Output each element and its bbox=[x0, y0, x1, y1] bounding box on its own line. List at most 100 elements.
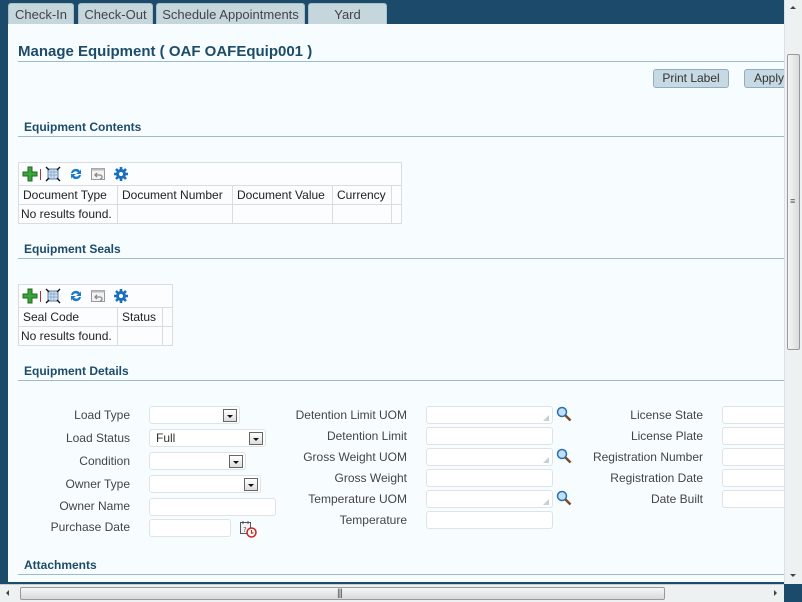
tab-schedule-appointments[interactable]: Schedule Appointments bbox=[156, 3, 305, 24]
grip-icon: ≡ bbox=[790, 196, 796, 206]
gross-weight-label: Gross Weight bbox=[334, 471, 407, 485]
reset-icon[interactable] bbox=[90, 166, 106, 182]
gross-weight-uom-input[interactable] bbox=[426, 448, 553, 466]
vertical-scroll-thumb[interactable]: ≡ bbox=[787, 54, 800, 350]
toolbar-separator bbox=[40, 169, 41, 180]
license-plate-input[interactable] bbox=[722, 427, 784, 445]
lov-corner-icon bbox=[543, 415, 549, 421]
temperature-uom-input[interactable] bbox=[426, 490, 553, 508]
column-header[interactable]: Document Value bbox=[233, 186, 333, 204]
equipment-contents-table: Document Type Document Number Document V… bbox=[18, 162, 402, 224]
gross-weight-uom-label: Gross Weight UOM bbox=[303, 450, 407, 464]
load-status-select[interactable]: Full bbox=[149, 429, 266, 447]
horizontal-scrollbar[interactable]: ||| bbox=[0, 584, 784, 602]
vertical-scrollbar[interactable]: ≡ bbox=[784, 0, 802, 584]
scroll-left-icon[interactable] bbox=[6, 590, 9, 596]
license-state-label: License State bbox=[630, 408, 703, 422]
temperature-input[interactable] bbox=[426, 511, 553, 529]
lov-corner-icon bbox=[543, 457, 549, 463]
load-status-value: Full bbox=[156, 431, 176, 445]
add-icon[interactable] bbox=[22, 288, 38, 304]
chevron-down-icon[interactable] bbox=[223, 409, 237, 422]
load-type-label: Load Type bbox=[74, 408, 130, 422]
purchase-date-label: Purchase Date bbox=[50, 520, 130, 534]
reset-icon[interactable] bbox=[90, 288, 106, 304]
column-header[interactable]: Document Number bbox=[118, 186, 233, 204]
tab-yard-workbench[interactable]: Yard Workbench bbox=[308, 3, 387, 43]
title-divider bbox=[18, 61, 784, 62]
page-title: Manage Equipment ( OAF OAFEquip001 ) bbox=[18, 43, 313, 60]
date-built-input[interactable] bbox=[722, 490, 784, 508]
detention-limit-label: Detention Limit bbox=[326, 429, 407, 443]
table-cell bbox=[118, 327, 163, 345]
section-heading-equipment-details: Equipment Details bbox=[24, 364, 129, 378]
column-header[interactable]: Currency bbox=[333, 186, 392, 204]
section-divider bbox=[18, 574, 784, 575]
equipment-seals-table: Seal Code Status No results found. bbox=[18, 284, 173, 346]
settings-icon[interactable] bbox=[113, 166, 129, 182]
table-cell bbox=[233, 205, 333, 223]
chevron-down-icon[interactable] bbox=[249, 432, 263, 445]
license-state-input[interactable] bbox=[722, 406, 784, 424]
column-header[interactable]: Document Type bbox=[19, 186, 118, 204]
section-divider bbox=[18, 380, 784, 381]
temperature-label: Temperature bbox=[339, 513, 407, 527]
section-divider bbox=[18, 258, 784, 259]
table-cell bbox=[163, 327, 172, 345]
scroll-right-icon[interactable] bbox=[774, 590, 777, 596]
owner-name-label: Owner Name bbox=[59, 499, 130, 513]
section-heading-equipment-contents: Equipment Contents bbox=[24, 120, 142, 134]
apply-button[interactable]: Apply bbox=[744, 69, 784, 88]
table-cell bbox=[118, 205, 233, 223]
load-status-label: Load Status bbox=[65, 431, 130, 445]
table-toolbar bbox=[19, 163, 401, 186]
registration-number-input[interactable] bbox=[722, 448, 784, 466]
horizontal-scroll-thumb[interactable]: ||| bbox=[20, 587, 665, 600]
date-built-label: Date Built bbox=[650, 492, 703, 506]
table-row: No results found. bbox=[19, 205, 401, 223]
section-heading-attachments: Attachments bbox=[24, 558, 97, 572]
print-label-button[interactable]: Print Label bbox=[653, 69, 729, 88]
search-icon[interactable] bbox=[556, 448, 572, 464]
condition-label: Condition bbox=[79, 454, 130, 468]
registration-date-input[interactable] bbox=[722, 469, 784, 487]
table-header-row: Document Type Document Number Document V… bbox=[19, 186, 401, 205]
lov-corner-icon bbox=[543, 499, 549, 505]
settings-icon[interactable] bbox=[113, 288, 129, 304]
scroll-down-icon[interactable] bbox=[790, 574, 796, 577]
load-type-select[interactable] bbox=[149, 406, 240, 424]
tab-check-out[interactable]: Check-Out bbox=[78, 3, 153, 24]
empty-message: No results found. bbox=[19, 327, 118, 345]
scroll-up-icon[interactable] bbox=[790, 6, 796, 9]
refresh-icon[interactable] bbox=[68, 166, 84, 182]
table-cell bbox=[333, 205, 392, 223]
column-header[interactable]: Seal Code bbox=[19, 308, 118, 326]
search-icon[interactable] bbox=[556, 406, 572, 422]
registration-number-label: Registration Number bbox=[592, 450, 703, 464]
table-header-row: Seal Code Status bbox=[19, 308, 172, 327]
owner-name-input[interactable] bbox=[149, 498, 276, 516]
grip-icon: ||| bbox=[337, 588, 343, 599]
add-icon[interactable] bbox=[22, 166, 38, 182]
condition-select[interactable] bbox=[149, 452, 246, 470]
license-plate-label: License Plate bbox=[630, 429, 703, 443]
detention-limit-input[interactable] bbox=[426, 427, 553, 445]
detention-limit-uom-input[interactable] bbox=[426, 406, 553, 424]
search-icon[interactable] bbox=[556, 490, 572, 506]
owner-type-label: Owner Type bbox=[65, 477, 130, 491]
table-row: No results found. bbox=[19, 327, 172, 345]
detach-icon[interactable] bbox=[45, 166, 61, 182]
gross-weight-input[interactable] bbox=[426, 469, 553, 487]
column-filler bbox=[392, 186, 401, 204]
main-content: Manage Equipment ( OAF OAFEquip001 ) Pri… bbox=[8, 24, 784, 582]
chevron-down-icon[interactable] bbox=[244, 478, 258, 491]
refresh-icon[interactable] bbox=[68, 288, 84, 304]
section-divider bbox=[18, 136, 784, 137]
chevron-down-icon[interactable] bbox=[229, 455, 243, 468]
calendar-icon[interactable]: ? bbox=[239, 520, 257, 538]
detach-icon[interactable] bbox=[45, 288, 61, 304]
tab-check-in[interactable]: Check-In bbox=[8, 3, 74, 24]
purchase-date-input[interactable] bbox=[149, 519, 231, 537]
column-header[interactable]: Status bbox=[118, 308, 163, 326]
owner-type-select[interactable] bbox=[149, 475, 261, 493]
